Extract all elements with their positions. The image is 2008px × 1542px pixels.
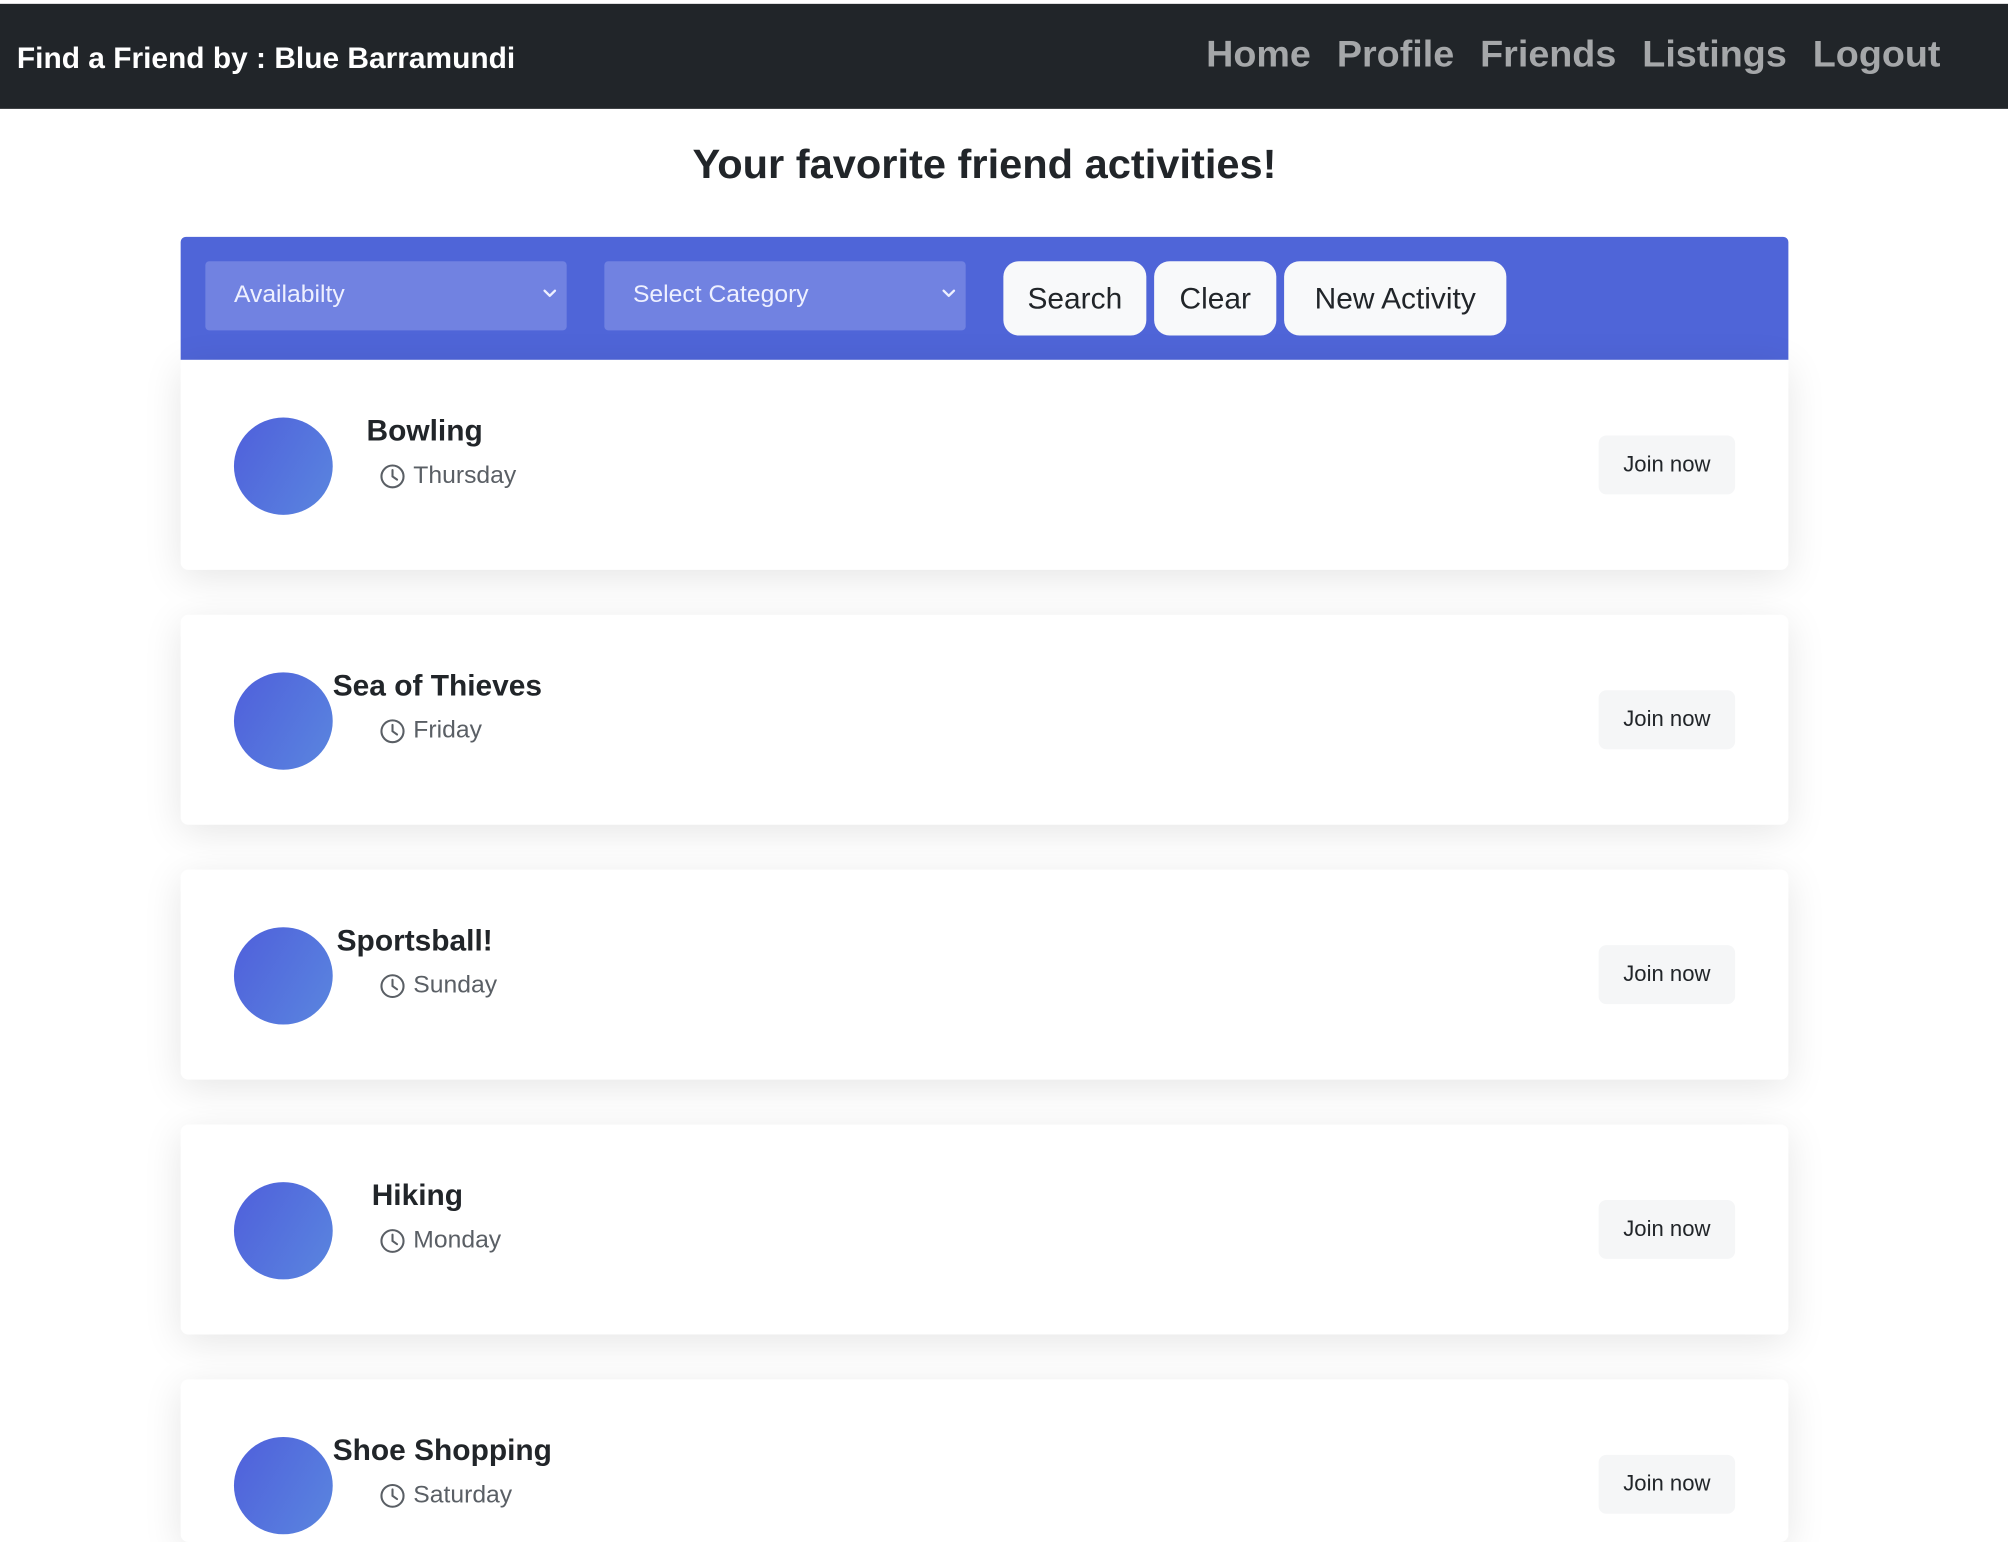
activity-day: Friday <box>380 717 482 745</box>
activity-title: Sportsball! <box>336 923 493 957</box>
clock-icon <box>380 1483 405 1508</box>
search-button[interactable]: Search <box>1003 261 1147 336</box>
activity-card: Sportsball! Sunday Join now <box>180 869 1789 1080</box>
filter-bar: Availabilty Select Category Search Clear… <box>180 236 1789 360</box>
nav-home[interactable]: Home <box>1206 35 1311 77</box>
avatar <box>233 927 333 1025</box>
app-frame: Find a Friend by : Blue Barramundi Home … <box>0 0 2008 1542</box>
join-button[interactable]: Join now <box>1598 690 1736 750</box>
app-screen: Find a Friend by : Blue Barramundi Home … <box>0 0 2008 1542</box>
nav-listings[interactable]: Listings <box>1642 35 1786 77</box>
availability-select-value: Availabilty <box>233 281 345 309</box>
category-select[interactable]: Select Category <box>604 261 966 331</box>
avatar <box>233 1436 333 1535</box>
clock-icon <box>380 974 405 999</box>
activity-day-label: Sunday <box>413 972 498 999</box>
activity-day-label: Monday <box>413 1226 502 1254</box>
activity-day: Monday <box>380 1226 502 1255</box>
brand-title[interactable]: Find a Friend by : Blue Barramundi <box>17 41 515 76</box>
activity-day-label: Friday <box>413 717 482 745</box>
category-select-value: Select Category <box>632 281 809 309</box>
activity-day: Saturday <box>380 1481 513 1510</box>
nav-logout[interactable]: Logout <box>1813 35 1941 77</box>
clear-button[interactable]: Clear <box>1154 261 1277 336</box>
nav-profile[interactable]: Profile <box>1337 35 1454 77</box>
new-activity-button[interactable]: New Activity <box>1284 261 1507 336</box>
chevron-down-icon <box>543 289 557 297</box>
join-button[interactable]: Join now <box>1598 945 1736 1005</box>
avatar <box>233 417 333 515</box>
navbar: Find a Friend by : Blue Barramundi Home … <box>0 3 2008 109</box>
join-button[interactable]: Join now <box>1598 1200 1736 1259</box>
clock-icon <box>380 464 405 489</box>
nav-friends[interactable]: Friends <box>1480 35 1616 77</box>
activity-day: Sunday <box>380 972 498 1000</box>
activity-day-label: Thursday <box>413 462 517 490</box>
avatar <box>233 1182 333 1280</box>
chevron-down-icon <box>942 289 956 297</box>
availability-select[interactable]: Availabilty <box>205 261 567 331</box>
activity-day-label: Saturday <box>413 1481 513 1509</box>
activity-title: Shoe Shopping <box>332 1433 552 1467</box>
activity-card: Bowling Thursday Join now <box>180 359 1789 570</box>
join-button[interactable]: Join now <box>1598 1454 1736 1514</box>
activity-card: Hiking Monday Join now <box>180 1124 1789 1335</box>
activity-card: Sea of Thieves Friday Join now <box>180 614 1789 825</box>
activity-title: Sea of Thieves <box>332 668 543 702</box>
activity-title: Hiking <box>371 1178 464 1212</box>
nav-links: Home Profile Friends Listings Logout <box>1206 35 1940 77</box>
activity-card: Shoe Shopping Saturday Join now <box>180 1379 1789 1542</box>
page-title: Your favorite friend activities! <box>692 140 1277 187</box>
clock-icon <box>380 719 405 744</box>
avatar <box>233 672 333 770</box>
activity-day: Thursday <box>380 462 517 490</box>
activity-title: Bowling <box>366 413 483 447</box>
join-button[interactable]: Join now <box>1598 435 1736 495</box>
clock-icon <box>380 1229 405 1253</box>
